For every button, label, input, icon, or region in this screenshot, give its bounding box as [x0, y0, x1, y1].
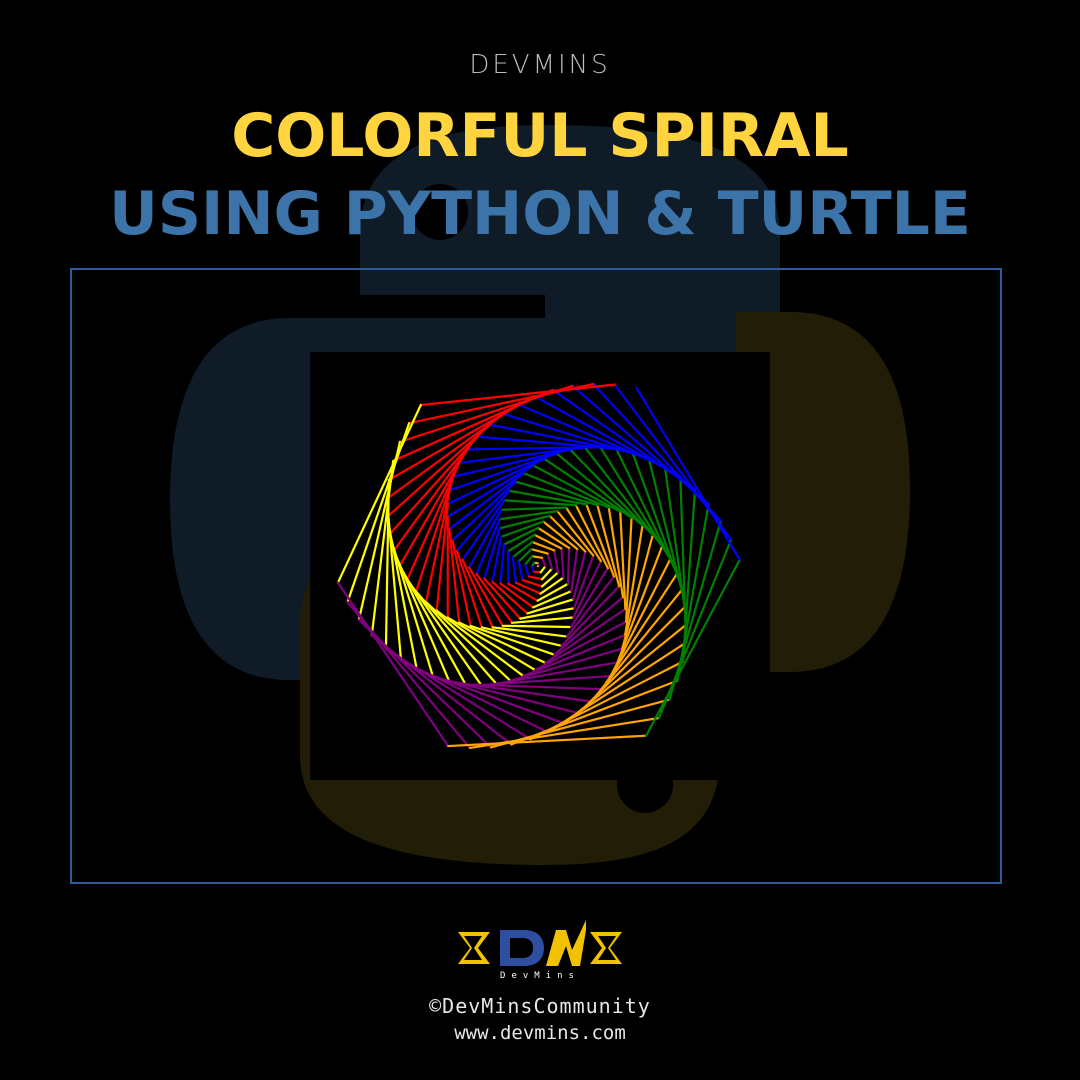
spiral-segment	[553, 549, 560, 574]
spiral-segment	[475, 572, 514, 624]
spiral-segment	[565, 506, 603, 563]
spiral-segment	[435, 502, 449, 612]
spiral-segment	[546, 552, 554, 570]
spiral-segment	[336, 403, 422, 584]
spiral-segment	[501, 624, 573, 629]
spiral-segment	[530, 548, 549, 555]
spiral-segment	[511, 540, 534, 559]
spiral-segment	[527, 575, 544, 581]
spiral-segment	[499, 543, 506, 585]
spiral-segment	[419, 383, 616, 407]
spiral-segment	[531, 555, 544, 559]
logo-letter-d	[500, 930, 544, 966]
spiral-artwork	[310, 352, 770, 780]
spiral-segment	[415, 590, 498, 685]
spiral-segment	[517, 560, 524, 582]
spiral-segment	[506, 550, 510, 585]
spiral-segment	[452, 448, 572, 478]
spiral-segment	[523, 563, 531, 578]
spiral-segment	[500, 506, 568, 511]
title-line-2: USING PYTHON & TURTLE	[109, 179, 971, 249]
spiral-segment	[566, 546, 571, 585]
brand-name: DEVMINS	[469, 50, 611, 80]
spiral-segment	[424, 489, 451, 604]
spiral-segment	[480, 674, 612, 687]
spiral-segment	[521, 579, 544, 588]
spiral-segment	[451, 480, 517, 542]
logo-letter-m	[546, 920, 586, 966]
spiral-segment	[523, 555, 534, 566]
spiral-segment	[447, 734, 648, 748]
community-handle: ©DevMinsCommunity	[429, 994, 651, 1018]
title-line-1: COLORFUL SPIRAL	[231, 101, 849, 171]
spiral-segment	[446, 457, 546, 505]
website-url: www.devmins.com	[454, 1022, 626, 1044]
spiral-segment	[560, 547, 565, 579]
spiral-segment	[539, 565, 547, 574]
spiral-segment	[511, 556, 518, 584]
spiral-segment	[448, 527, 461, 624]
logo-wordmark: DevMins	[500, 971, 580, 981]
devmins-logo-icon: DevMins	[458, 920, 622, 981]
spiral-segment	[448, 452, 558, 492]
spiral-segment	[645, 558, 741, 737]
spiral-segment	[540, 556, 547, 568]
spiral-segment	[491, 535, 503, 584]
